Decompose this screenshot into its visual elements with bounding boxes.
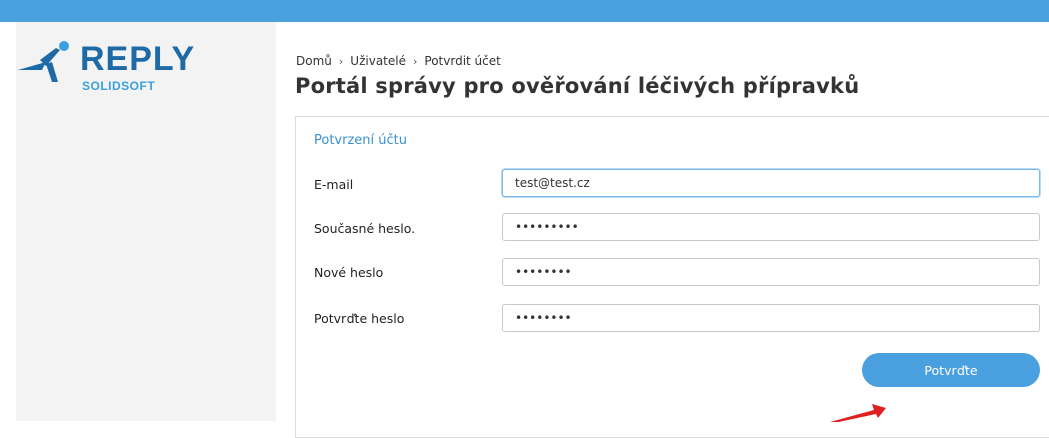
email-label: E-mail [314, 177, 354, 192]
confirm-button[interactable]: Potvrďte [862, 353, 1040, 387]
breadcrumb: Domů › Uživatelé › Potvrdit účet [296, 54, 501, 68]
breadcrumb-home[interactable]: Domů [296, 54, 332, 68]
logo[interactable]: REPLY SOLIDSOFT [16, 28, 216, 98]
email-field[interactable] [502, 169, 1040, 197]
confirm-password-label: Potvrďte heslo [314, 311, 405, 326]
chevron-right-icon: › [338, 54, 344, 68]
logo-subtitle: SOLIDSOFT [82, 79, 156, 93]
current-password-label: Současné heslo. [314, 221, 416, 236]
breadcrumb-current: Potvrdit účet [424, 54, 501, 68]
running-figure-icon [18, 41, 69, 82]
current-password-field[interactable] [502, 213, 1040, 241]
breadcrumb-users[interactable]: Uživatelé [350, 54, 406, 68]
logo-name: REPLY [80, 40, 196, 78]
new-password-label: Nové heslo [314, 265, 384, 280]
red-arrow-annotation [830, 404, 886, 422]
panel-title: Potvrzení účtu [314, 133, 407, 148]
confirm-password-field[interactable] [502, 304, 1040, 332]
chevron-right-icon: › [412, 54, 418, 68]
page-title: Portál správy pro ověřování léčivých pří… [295, 74, 860, 98]
confirm-account-panel: Potvrzení účtu E-mail Současné heslo. No… [295, 116, 1049, 438]
top-bar [0, 0, 1049, 22]
new-password-field[interactable] [502, 258, 1040, 286]
